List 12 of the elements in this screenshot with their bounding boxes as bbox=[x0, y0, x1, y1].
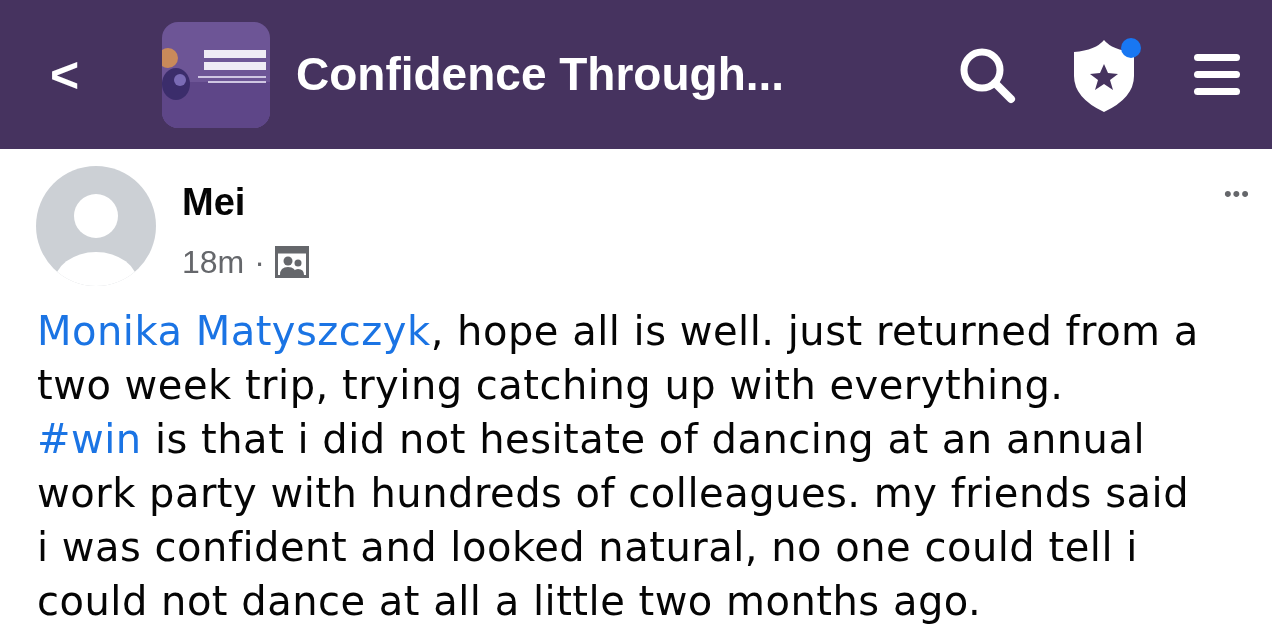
post-time[interactable]: 18m bbox=[182, 238, 245, 286]
group-title: Confidence Through... bbox=[296, 47, 785, 102]
more-options-button[interactable]: ••• bbox=[1223, 177, 1250, 210]
menu-icon[interactable] bbox=[1192, 51, 1242, 98]
mention-link[interactable]: Monika Matyszczyk bbox=[37, 308, 431, 354]
post-text: Monika Matyszczyk, hope all is well. just returned from a two week trip, trying catching up with everything. bbox=[37, 307, 1200, 410]
post-text: #win is that i did not hesitate of dancing at an annual work party with hundreds of colleagues. my friends said i was confident and looked natural, no one could tell i could not dance at all a little two months ago. bbox=[37, 415, 1191, 626]
separator: · bbox=[254, 243, 265, 282]
hashtag-link[interactable]: #win bbox=[37, 416, 142, 462]
group-members-icon bbox=[274, 246, 309, 278]
author-name[interactable]: Mei bbox=[182, 180, 309, 224]
back-button[interactable]: < bbox=[50, 49, 90, 100]
